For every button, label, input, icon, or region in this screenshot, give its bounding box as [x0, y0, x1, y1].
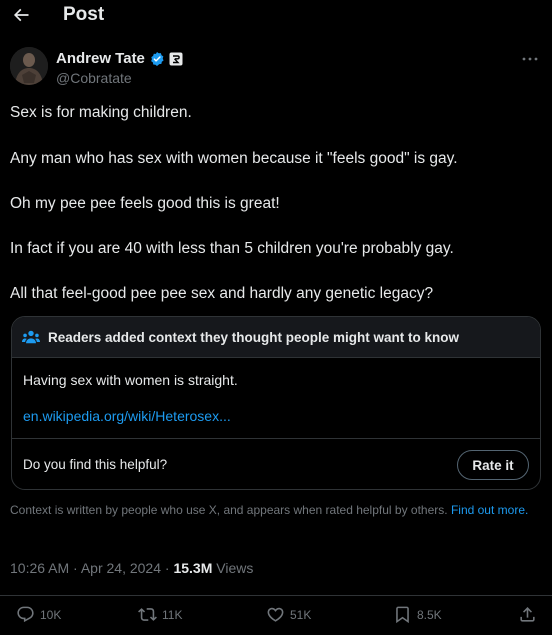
reply-count: 10K [40, 607, 62, 622]
avatar[interactable] [10, 47, 48, 85]
community-note-text: Having sex with women is straight. [23, 372, 238, 388]
readers-icon [22, 330, 40, 344]
bookmark-count: 8.5K [417, 607, 442, 622]
share-button[interactable] [518, 605, 537, 624]
community-note-link[interactable]: en.wikipedia.org/wiki/Heterosex... [23, 408, 231, 424]
like-icon [267, 607, 284, 622]
bookmark-icon [396, 606, 409, 624]
post-meta: 10:26 AM · Apr 24, 2024 · 15.3M Views [10, 560, 254, 576]
like-count: 51K [290, 607, 312, 622]
page-title: Post [63, 4, 105, 25]
share-icon [520, 607, 535, 622]
back-button[interactable] [10, 4, 32, 26]
helpful-question: Do you find this helpful? [23, 457, 168, 472]
affiliate-badge-icon [169, 52, 183, 65]
post-time[interactable]: 10:26 AM [10, 560, 69, 576]
post-text-line: Sex is for making children. [10, 104, 192, 121]
note-disclaimer-text: Context is written by people who use X, … [10, 503, 448, 517]
views-count: 15.3M [173, 560, 213, 576]
post-text-line: In fact if you are 40 with less than 5 c… [10, 240, 454, 257]
views-label: Views [216, 560, 254, 576]
reply-button[interactable]: 10K [16, 605, 61, 624]
community-note-heading: Readers added context they thought peopl… [48, 330, 460, 345]
action-bar: 10K 11K 51K 8.5K [0, 596, 552, 634]
bookmark-button[interactable]: 8.5K [393, 605, 442, 624]
back-arrow-icon [13, 8, 29, 22]
more-icon [522, 57, 538, 61]
author-block: Andrew Tate @Cobratate [10, 46, 542, 90]
post-text-line: Any man who has sex with women because i… [10, 150, 458, 167]
post-date[interactable]: Apr 24, 2024 [81, 560, 161, 576]
repost-button[interactable]: 11K [138, 605, 182, 624]
reply-icon [17, 606, 34, 623]
repost-icon [138, 608, 157, 621]
divider [12, 438, 540, 439]
top-bar: Post [0, 0, 552, 30]
repost-count: 11K [162, 607, 183, 622]
community-note-header[interactable]: Readers added context they thought peopl… [12, 317, 540, 358]
note-disclaimer: Context is written by people who use X, … [10, 502, 530, 518]
more-button[interactable] [518, 50, 542, 68]
post-text-line: All that feel-good pee pee sex and hardl… [10, 285, 434, 302]
verified-badge-icon [151, 51, 164, 66]
rate-it-button[interactable]: Rate it [457, 450, 529, 480]
community-note: Readers added context they thought peopl… [11, 316, 541, 490]
name-row: Andrew Tate [56, 50, 183, 67]
like-button[interactable]: 51K [266, 605, 311, 624]
author-name[interactable]: Andrew Tate [56, 50, 145, 67]
find-out-more-link[interactable]: Find out more. [451, 503, 528, 517]
author-handle[interactable]: @Cobratate [56, 70, 132, 86]
post-text-line: Oh my pee pee feels good this is great! [10, 195, 280, 212]
